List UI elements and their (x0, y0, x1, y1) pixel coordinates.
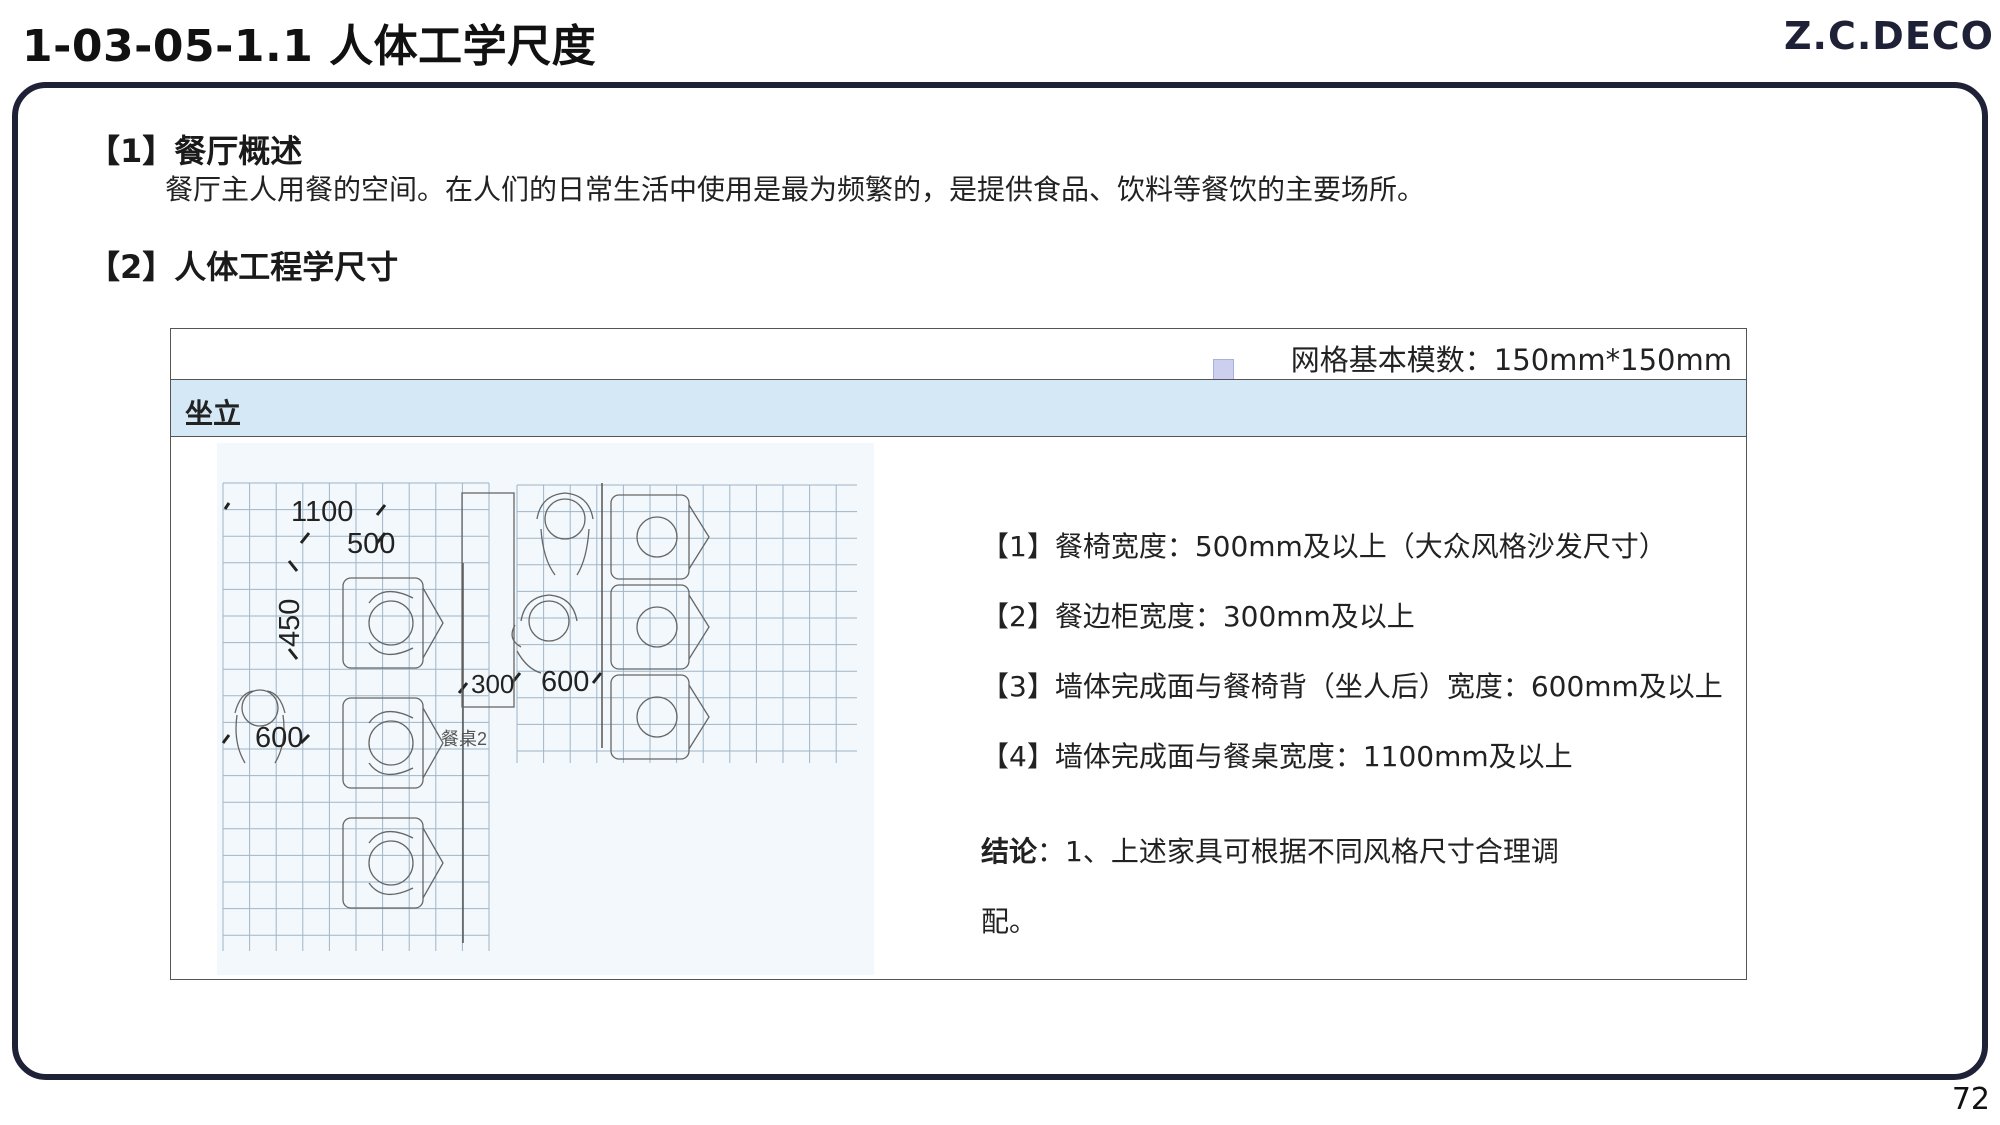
table-label: 餐桌2 (441, 729, 487, 749)
dim-label-300: 300 (471, 669, 514, 699)
conclusion-label: 结论 (981, 835, 1038, 868)
dim-label-600-left: 600 (255, 722, 303, 754)
section-heading-ergonomics: 【2】人体工程学尺寸 (88, 248, 399, 286)
conclusion-text: ：1、上述家具可根据不同风格尺寸合理调配。 (981, 835, 1559, 938)
point-item: 【4】墙体完成面与餐桌宽度：1100mm及以上 (981, 740, 1573, 773)
dim-label-1100: 1100 (291, 496, 353, 528)
dim-label-450: 450 (274, 599, 306, 647)
grid-module-note: 网格基本模数：150mm*150mm (1290, 343, 1732, 377)
posture-band: 坐立 (171, 379, 1746, 437)
section-body-overview: 餐厅主人用餐的空间。在人们的日常生活中使用是最为频繁的，是提供食品、饮料等餐饮的… (165, 173, 1426, 206)
brand-logo: Z.C.DECO (1783, 14, 1994, 58)
point-item: 【1】餐椅宽度：500mm及以上（大众风格沙发尺寸） (981, 530, 1667, 563)
page-number: 72 (1951, 1082, 1990, 1117)
marker-square (1213, 359, 1234, 380)
point-item: 【2】餐边柜宽度：300mm及以上 (981, 600, 1415, 633)
conclusion: 结论：1、上述家具可根据不同风格尺寸合理调配。 (981, 817, 1601, 957)
posture-label: 坐立 (185, 397, 242, 430)
point-item: 【3】墙体完成面与餐椅背（坐人后）宽度：600mm及以上 (981, 670, 1723, 703)
dim-label-600-right: 600 (541, 666, 589, 698)
page-title: 1-03-05-1.1 人体工学尺度 (22, 21, 597, 72)
section-heading-overview: 【1】餐厅概述 (88, 132, 303, 170)
dimension-points: 【1】餐椅宽度：500mm及以上（大众风格沙发尺寸） 【2】餐边柜宽度：300m… (981, 525, 1741, 957)
ergonomics-panel: 网格基本模数：150mm*150mm 坐立 1100 500 450 600 3… (170, 328, 1747, 980)
dim-label-500: 500 (347, 528, 395, 560)
dining-layout-diagram: 1100 500 450 600 300 600 餐桌2 (217, 443, 874, 975)
